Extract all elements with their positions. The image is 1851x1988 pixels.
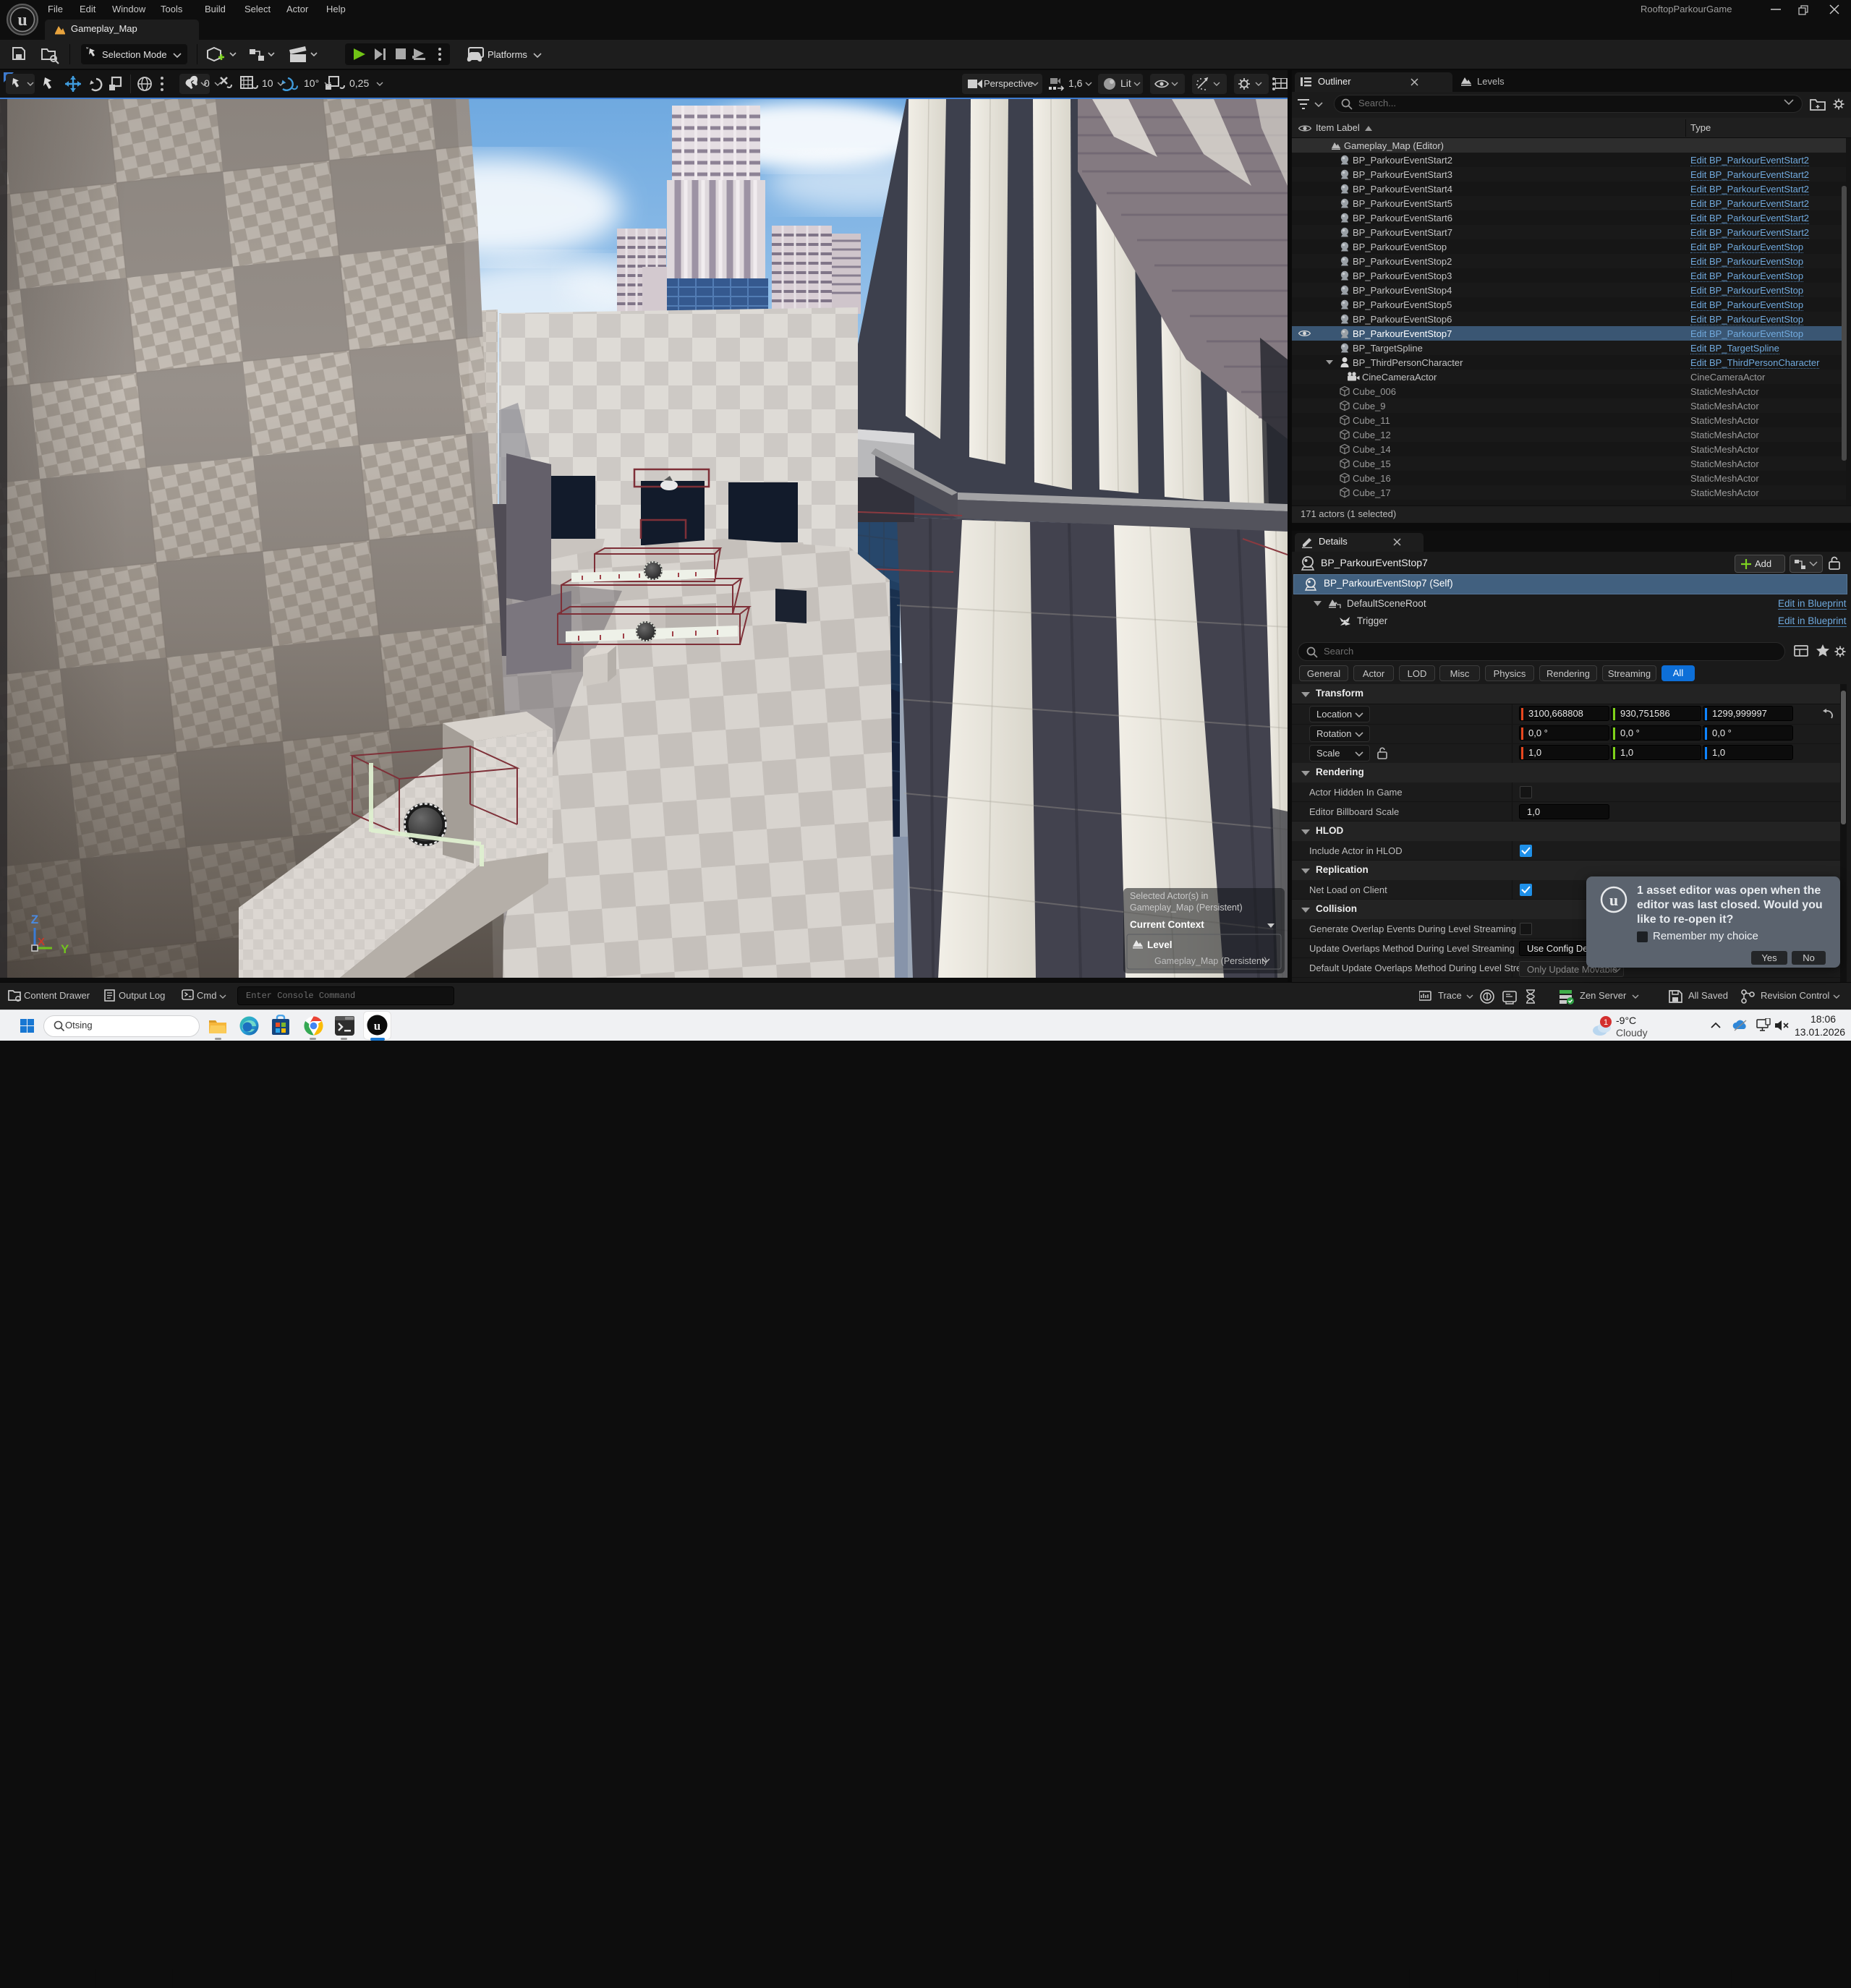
svg-text:Selected Actor(s) in: Selected Actor(s) in [1130,891,1208,901]
svg-text:Level: Level [1147,939,1173,950]
svg-text:Y: Y [61,942,69,956]
svg-text:Z: Z [31,913,38,926]
svg-text:Gameplay_Map (Persistent): Gameplay_Map (Persistent) [1130,903,1243,913]
svg-text:u: u [374,1019,380,1033]
svg-text:X: X [38,936,45,948]
svg-text:Gameplay_Map (Persistent): Gameplay_Map (Persistent) [1154,956,1267,966]
svg-text:u: u [1609,891,1618,909]
svg-text:u: u [17,11,27,30]
svg-text:Current Context: Current Context [1130,919,1204,930]
svg-text:1: 1 [1604,1018,1608,1027]
